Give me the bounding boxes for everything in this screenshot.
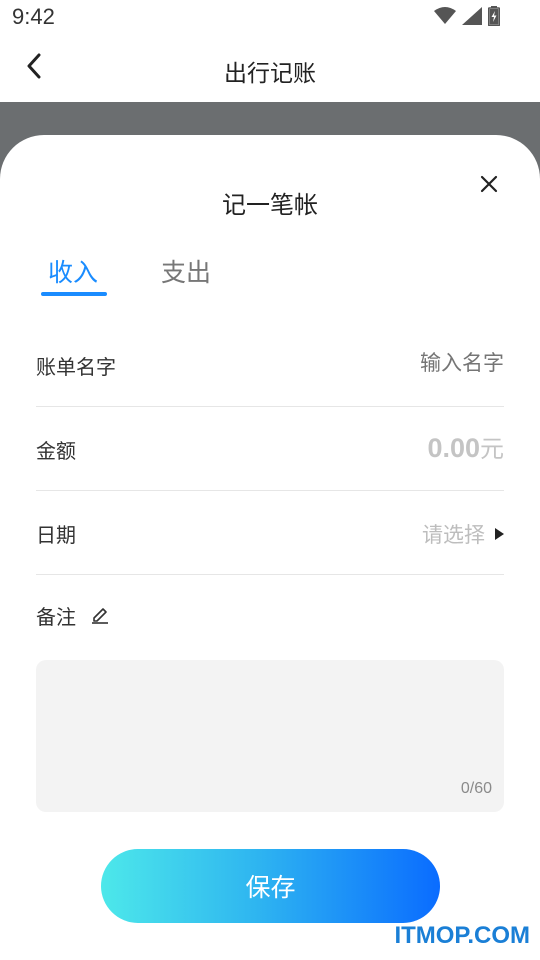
tab-active-indicator [41,292,107,296]
page-title: 出行记账 [224,61,316,87]
tab-income[interactable]: 收入 [48,253,98,289]
bill-name-row: 账单名字 [36,323,504,407]
amount-value: 0.00 [427,433,480,463]
app-header: 出行记账 [0,36,540,102]
save-button[interactable]: 保存 [101,849,440,923]
note-header: 备注 [36,601,110,630]
close-button[interactable] [474,171,504,201]
tab-expense[interactable]: 支出 [161,253,211,289]
amount-label: 金额 [36,439,76,463]
close-icon [480,175,498,197]
battery-charging-icon [487,6,501,30]
status-icons [434,6,501,30]
triangle-right-icon [495,525,504,544]
status-time: 9:42 [12,4,55,29]
note-char-counter: 0/60 [460,780,492,797]
status-bar: 9:42 [0,0,540,36]
date-picker[interactable]: 请选择 [422,519,504,549]
sheet-title: 记一笔帐 [222,191,318,219]
amount-unit: 元 [480,435,504,463]
note-box: 0/60 [36,660,504,812]
date-row: 日期 请选择 [36,491,504,575]
wifi-icon [434,7,456,29]
note-textarea[interactable] [36,660,504,812]
signal-icon [462,7,482,29]
amount-row: 金额 0.00 元 [36,407,504,491]
date-label: 日期 [36,523,76,547]
amount-input[interactable]: 0.00 元 [427,429,504,464]
edit-pencil-icon [90,604,110,628]
note-label: 备注 [36,605,76,629]
watermark-logo: ITMOP.COM [394,922,530,949]
bill-name-input[interactable] [304,351,504,375]
add-record-sheet: 记一笔帐 收入 支出 账单名字 金额 0.00 元 日期 请选择 备注 [0,135,540,960]
bill-name-label: 账单名字 [36,355,116,379]
date-placeholder: 请选择 [422,523,485,547]
